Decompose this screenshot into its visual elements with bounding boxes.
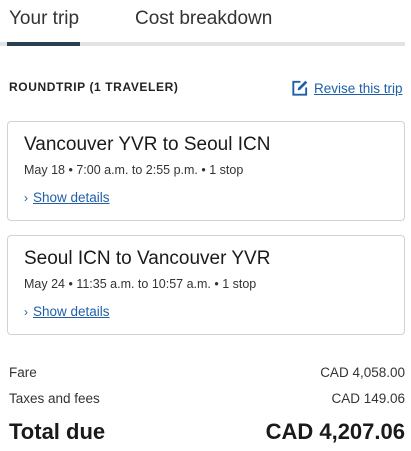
active-tab-indicator [7, 42, 80, 46]
tab-your-trip[interactable]: Your trip [9, 8, 79, 30]
show-details-link[interactable]: › Show details [24, 304, 110, 319]
total-label: Total due [9, 419, 106, 444]
trip-tabs: Your trip Cost breakdown [0, 0, 411, 48]
flight-card-outbound: Vancouver YVR to Seoul ICN May 18 • 7:00… [7, 121, 405, 221]
show-details-label[interactable]: Show details [33, 190, 110, 205]
chevron-right-icon: › [24, 190, 28, 205]
total-row: Total due CAD 4,207.06 [9, 419, 405, 445]
taxes-row: Taxes and fees CAD 149.06 [9, 391, 405, 406]
flight-route-title: Vancouver YVR to Seoul ICN [24, 134, 271, 155]
flight-summary: May 24 • 11:35 a.m. to 10:57 a.m. • 1 st… [24, 277, 257, 291]
show-details-label[interactable]: Show details [33, 304, 110, 319]
flight-summary: May 18 • 7:00 a.m. to 2:55 p.m. • 1 stop [24, 163, 244, 177]
total-value: CAD 4,207.06 [265, 419, 405, 444]
revise-trip-label[interactable]: Revise this trip [314, 81, 403, 96]
show-details-link[interactable]: › Show details [24, 190, 110, 205]
flight-route-title: Seoul ICN to Vancouver YVR [24, 248, 271, 269]
fare-label: Fare [9, 365, 37, 380]
fare-row: Fare CAD 4,058.00 [9, 365, 405, 380]
chevron-right-icon: › [24, 304, 28, 319]
taxes-label: Taxes and fees [9, 391, 100, 406]
tab-cost-breakdown[interactable]: Cost breakdown [135, 8, 272, 30]
flight-card-return: Seoul ICN to Vancouver YVR May 24 • 11:3… [7, 235, 405, 335]
roundtrip-heading: ROUNDTRIP (1 TRAVELER) [9, 80, 179, 94]
edit-icon [292, 80, 308, 96]
taxes-value: CAD 149.06 [331, 391, 405, 406]
fare-value: CAD 4,058.00 [320, 365, 405, 380]
revise-trip-link[interactable]: Revise this trip [290, 79, 403, 98]
